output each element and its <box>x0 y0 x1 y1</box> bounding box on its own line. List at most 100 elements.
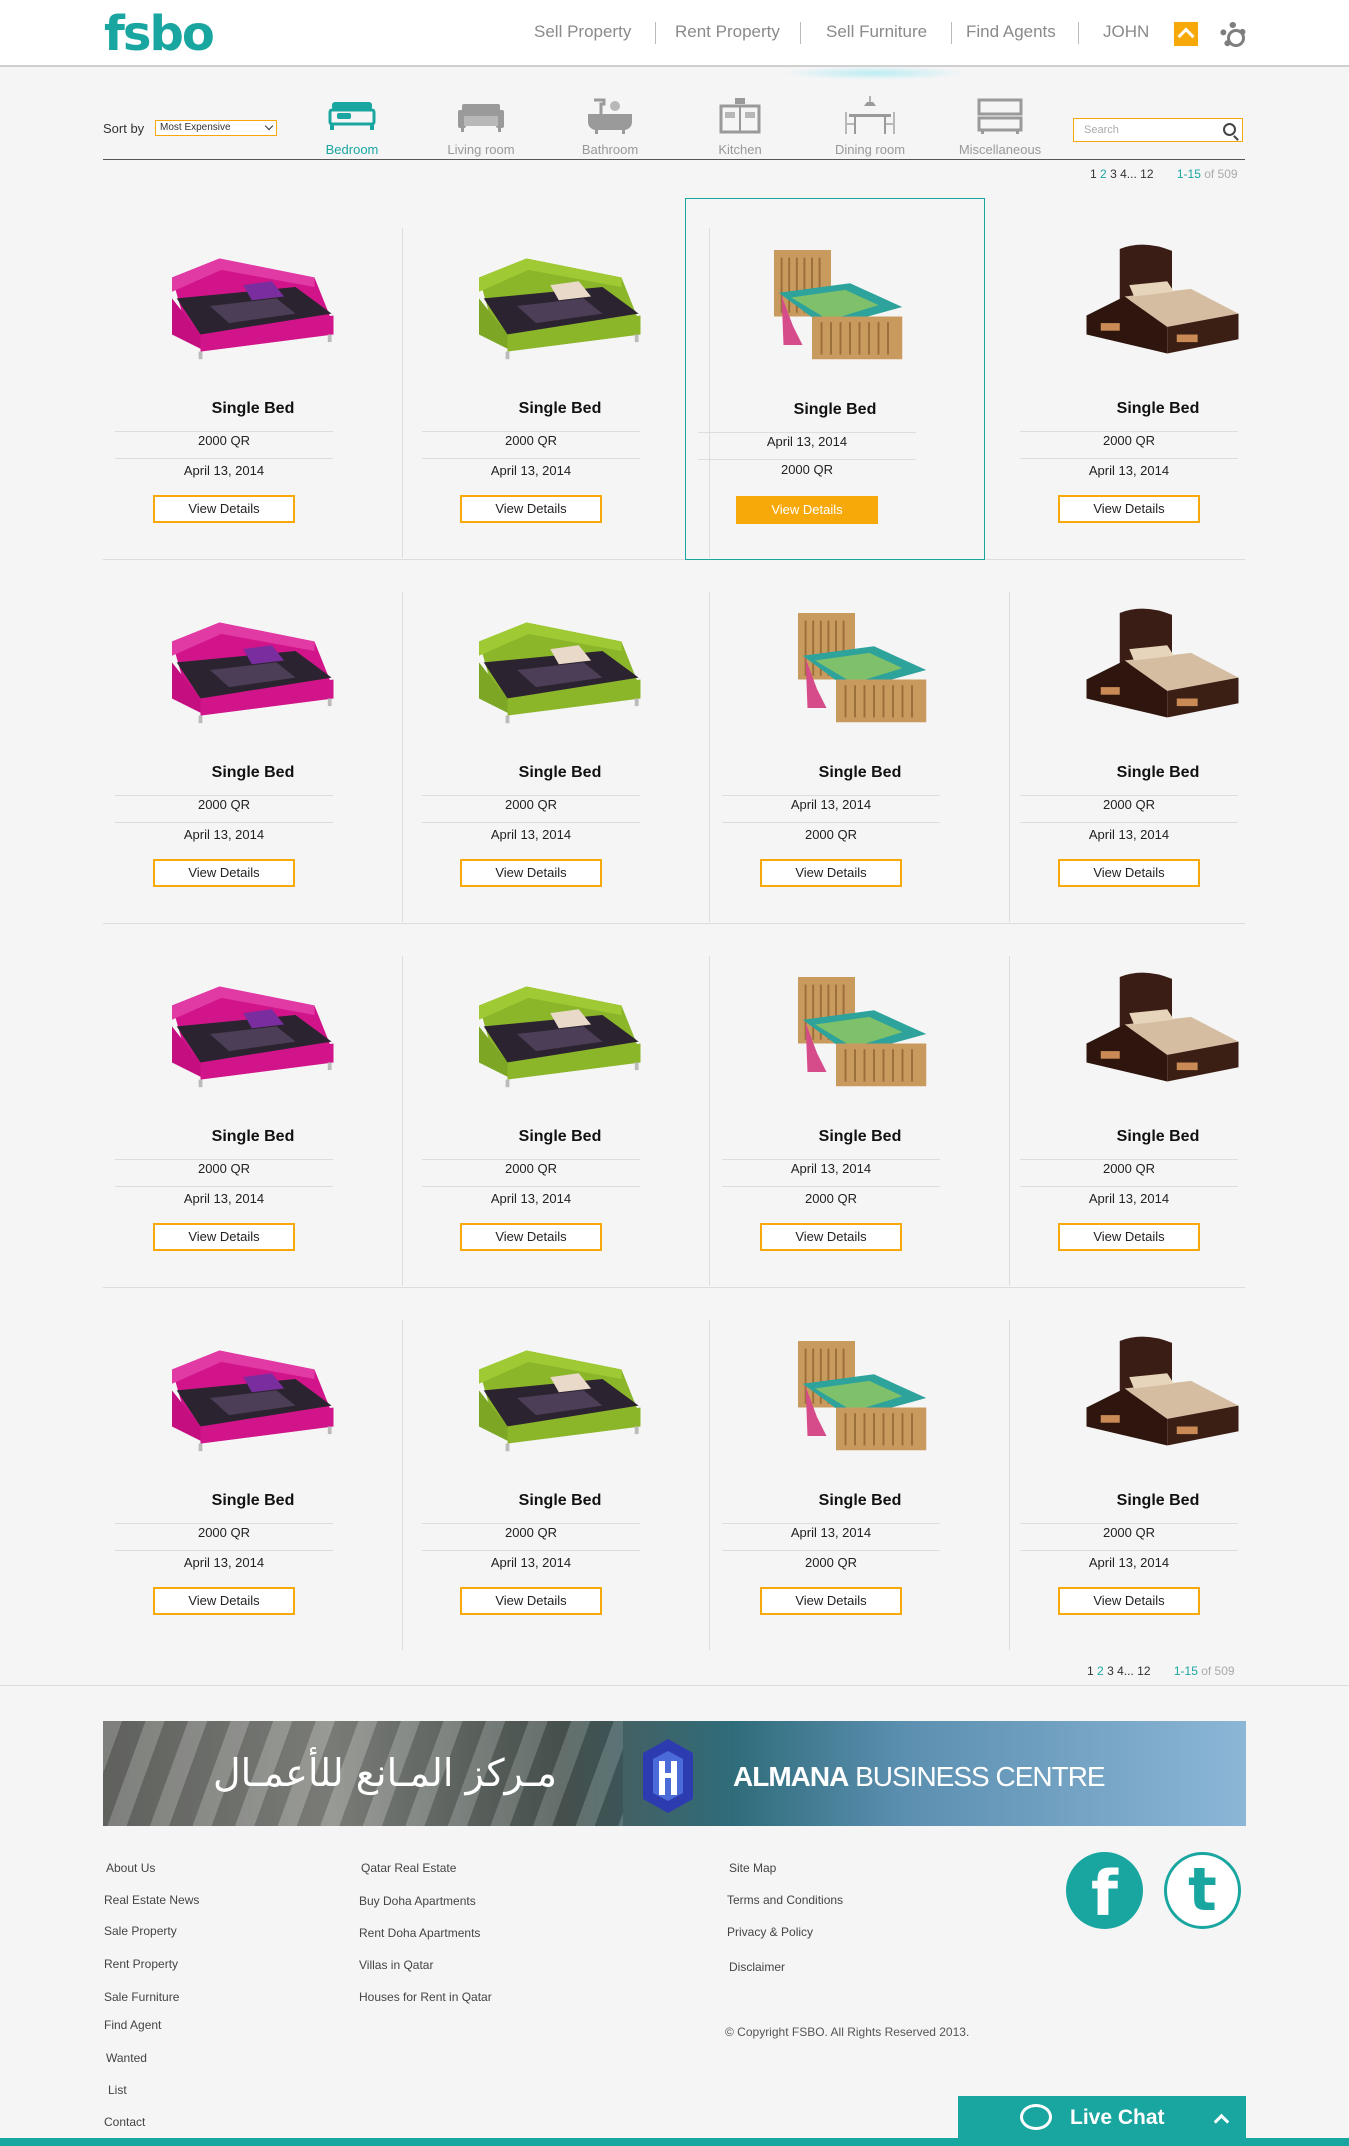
product-title[interactable]: Single Bed <box>103 1128 403 1146</box>
page-link[interactable]: 4 <box>1120 167 1127 181</box>
footer-link[interactable]: Find Agent <box>104 2018 161 2032</box>
page-link[interactable]: 1 <box>1090 167 1097 181</box>
product-card[interactable]: Single Bed 2000 QR April 13, 2014 View D… <box>410 228 710 558</box>
view-details-button[interactable]: View Details <box>460 1223 602 1251</box>
search-icon[interactable] <box>1223 123 1236 136</box>
footer-link[interactable]: Site Map <box>729 1861 776 1875</box>
gear-icon[interactable] <box>1220 22 1246 48</box>
product-image[interactable] <box>1058 600 1248 740</box>
category-bathroom[interactable]: Bathroom <box>565 96 655 157</box>
category-living-room[interactable]: Living room <box>436 96 526 157</box>
footer-link[interactable]: Real Estate News <box>104 1893 199 1907</box>
product-title[interactable]: Single Bed <box>103 400 403 418</box>
category-bedroom[interactable]: Bedroom <box>307 96 397 157</box>
product-card[interactable]: Single Bed 2000 QR April 13, 2014 View D… <box>103 956 403 1286</box>
product-card[interactable]: Single Bed 2000 QR April 13, 2014 View D… <box>410 956 710 1286</box>
footer-link[interactable]: Houses for Rent in Qatar <box>359 1990 492 2004</box>
page-link[interactable]: 4 <box>1117 1664 1124 1678</box>
product-card[interactable]: Single Bed 2000 QR April 13, 2014 View D… <box>1008 228 1308 558</box>
product-image[interactable] <box>153 600 343 740</box>
product-title[interactable]: Single Bed <box>1008 1492 1308 1510</box>
category-kitchen[interactable]: Kitchen <box>695 96 785 157</box>
product-title[interactable]: Single Bed <box>686 401 984 419</box>
footer-link[interactable]: Buy Doha Apartments <box>359 1894 476 1908</box>
view-details-button[interactable]: View Details <box>153 1223 295 1251</box>
product-image[interactable] <box>460 964 650 1104</box>
search-input[interactable]: Search <box>1073 118 1243 142</box>
view-details-button[interactable]: View Details <box>1058 495 1200 523</box>
footer-link[interactable]: Terms and Conditions <box>727 1893 843 1907</box>
product-image[interactable] <box>760 1328 950 1468</box>
footer-link[interactable]: Privacy & Policy <box>727 1925 813 1939</box>
product-image[interactable] <box>1058 236 1248 376</box>
product-image[interactable] <box>153 1328 343 1468</box>
product-title[interactable]: Single Bed <box>410 1128 710 1146</box>
product-image[interactable] <box>1058 964 1248 1104</box>
product-card-selected[interactable]: Single Bed April 13, 2014 2000 QR View D… <box>685 198 985 560</box>
sort-select[interactable]: Most Expensive <box>155 120 277 136</box>
product-card[interactable]: Single Bed 2000 QR April 13, 2014 View D… <box>410 1320 710 1650</box>
page-link[interactable]: 12 <box>1137 1664 1150 1678</box>
product-card[interactable]: Single Bed 2000 QR April 13, 2014 View D… <box>1008 592 1308 922</box>
product-title[interactable]: Single Bed <box>710 1128 1010 1146</box>
product-title[interactable]: Single Bed <box>710 1492 1010 1510</box>
product-card[interactable]: Single Bed 2000 QR April 13, 2014 View D… <box>103 228 403 558</box>
view-details-button[interactable]: View Details <box>460 1587 602 1615</box>
category-miscellaneous[interactable]: Miscellaneous <box>955 96 1045 157</box>
product-image[interactable] <box>760 600 950 740</box>
view-details-button[interactable]: View Details <box>460 495 602 523</box>
footer-link[interactable]: About Us <box>106 1861 155 1875</box>
view-details-button[interactable]: View Details <box>736 496 878 524</box>
footer-link[interactable]: Villas in Qatar <box>359 1958 433 1972</box>
view-details-button[interactable]: View Details <box>153 495 295 523</box>
product-card[interactable]: Single Bed April 13, 2014 2000 QR View D… <box>710 956 1010 1286</box>
live-chat-widget[interactable]: Live Chat <box>958 2096 1246 2142</box>
facebook-icon[interactable]: f <box>1066 1852 1143 1930</box>
page-link[interactable]: 1 <box>1087 1664 1094 1678</box>
footer-link[interactable]: Disclaimer <box>729 1960 785 1974</box>
view-details-button[interactable]: View Details <box>153 859 295 887</box>
nav-sell-property[interactable]: Sell Property <box>534 22 631 42</box>
product-title[interactable]: Single Bed <box>410 764 710 782</box>
footer-link[interactable]: Qatar Real Estate <box>361 1861 456 1875</box>
page-link-current[interactable]: 2 <box>1100 167 1107 181</box>
view-details-button[interactable]: View Details <box>1058 1223 1200 1251</box>
footer-link[interactable]: Sale Property <box>104 1924 177 1938</box>
footer-link[interactable]: Wanted <box>106 2051 147 2065</box>
view-details-button[interactable]: View Details <box>460 859 602 887</box>
product-card[interactable]: Single Bed 2000 QR April 13, 2014 View D… <box>1008 1320 1308 1650</box>
view-details-button[interactable]: View Details <box>1058 1587 1200 1615</box>
page-link[interactable]: 12 <box>1140 167 1153 181</box>
product-title[interactable]: Single Bed <box>410 1492 710 1510</box>
product-title[interactable]: Single Bed <box>1008 400 1308 418</box>
product-title[interactable]: Single Bed <box>1008 1128 1308 1146</box>
footer-link[interactable]: Rent Doha Apartments <box>359 1926 480 1940</box>
product-image[interactable] <box>1058 1328 1248 1468</box>
product-title[interactable]: Single Bed <box>103 1492 403 1510</box>
product-image[interactable] <box>153 964 343 1104</box>
view-details-button[interactable]: View Details <box>760 859 902 887</box>
product-image[interactable] <box>460 600 650 740</box>
product-card[interactable]: Single Bed 2000 QR April 13, 2014 View D… <box>103 1320 403 1650</box>
user-name[interactable]: JOHN <box>1103 22 1149 42</box>
view-details-button[interactable]: View Details <box>1058 859 1200 887</box>
view-details-button[interactable]: View Details <box>153 1587 295 1615</box>
product-title[interactable]: Single Bed <box>410 400 710 418</box>
nav-rent-property[interactable]: Rent Property <box>675 22 780 42</box>
product-card[interactable]: Single Bed 2000 QR April 13, 2014 View D… <box>410 592 710 922</box>
advertisement-banner[interactable]: مـركز المـانع للأعمـال ALMANA BUSINESS C… <box>103 1721 1246 1826</box>
product-image[interactable] <box>460 236 650 376</box>
page-link[interactable]: 3 <box>1107 1664 1114 1678</box>
footer-link[interactable]: Sale Furniture <box>104 1990 179 2004</box>
product-image[interactable] <box>736 237 926 377</box>
view-details-button[interactable]: View Details <box>760 1223 902 1251</box>
product-image[interactable] <box>760 964 950 1104</box>
product-title[interactable]: Single Bed <box>103 764 403 782</box>
view-details-button[interactable]: View Details <box>760 1587 902 1615</box>
product-image[interactable] <box>153 236 343 376</box>
category-dining-room[interactable]: Dining room <box>825 96 915 157</box>
product-card[interactable]: Single Bed April 13, 2014 2000 QR View D… <box>710 592 1010 922</box>
user-menu-button[interactable] <box>1174 22 1198 46</box>
product-card[interactable]: Single Bed April 13, 2014 2000 QR View D… <box>710 1320 1010 1650</box>
nav-find-agents[interactable]: Find Agents <box>966 22 1056 42</box>
